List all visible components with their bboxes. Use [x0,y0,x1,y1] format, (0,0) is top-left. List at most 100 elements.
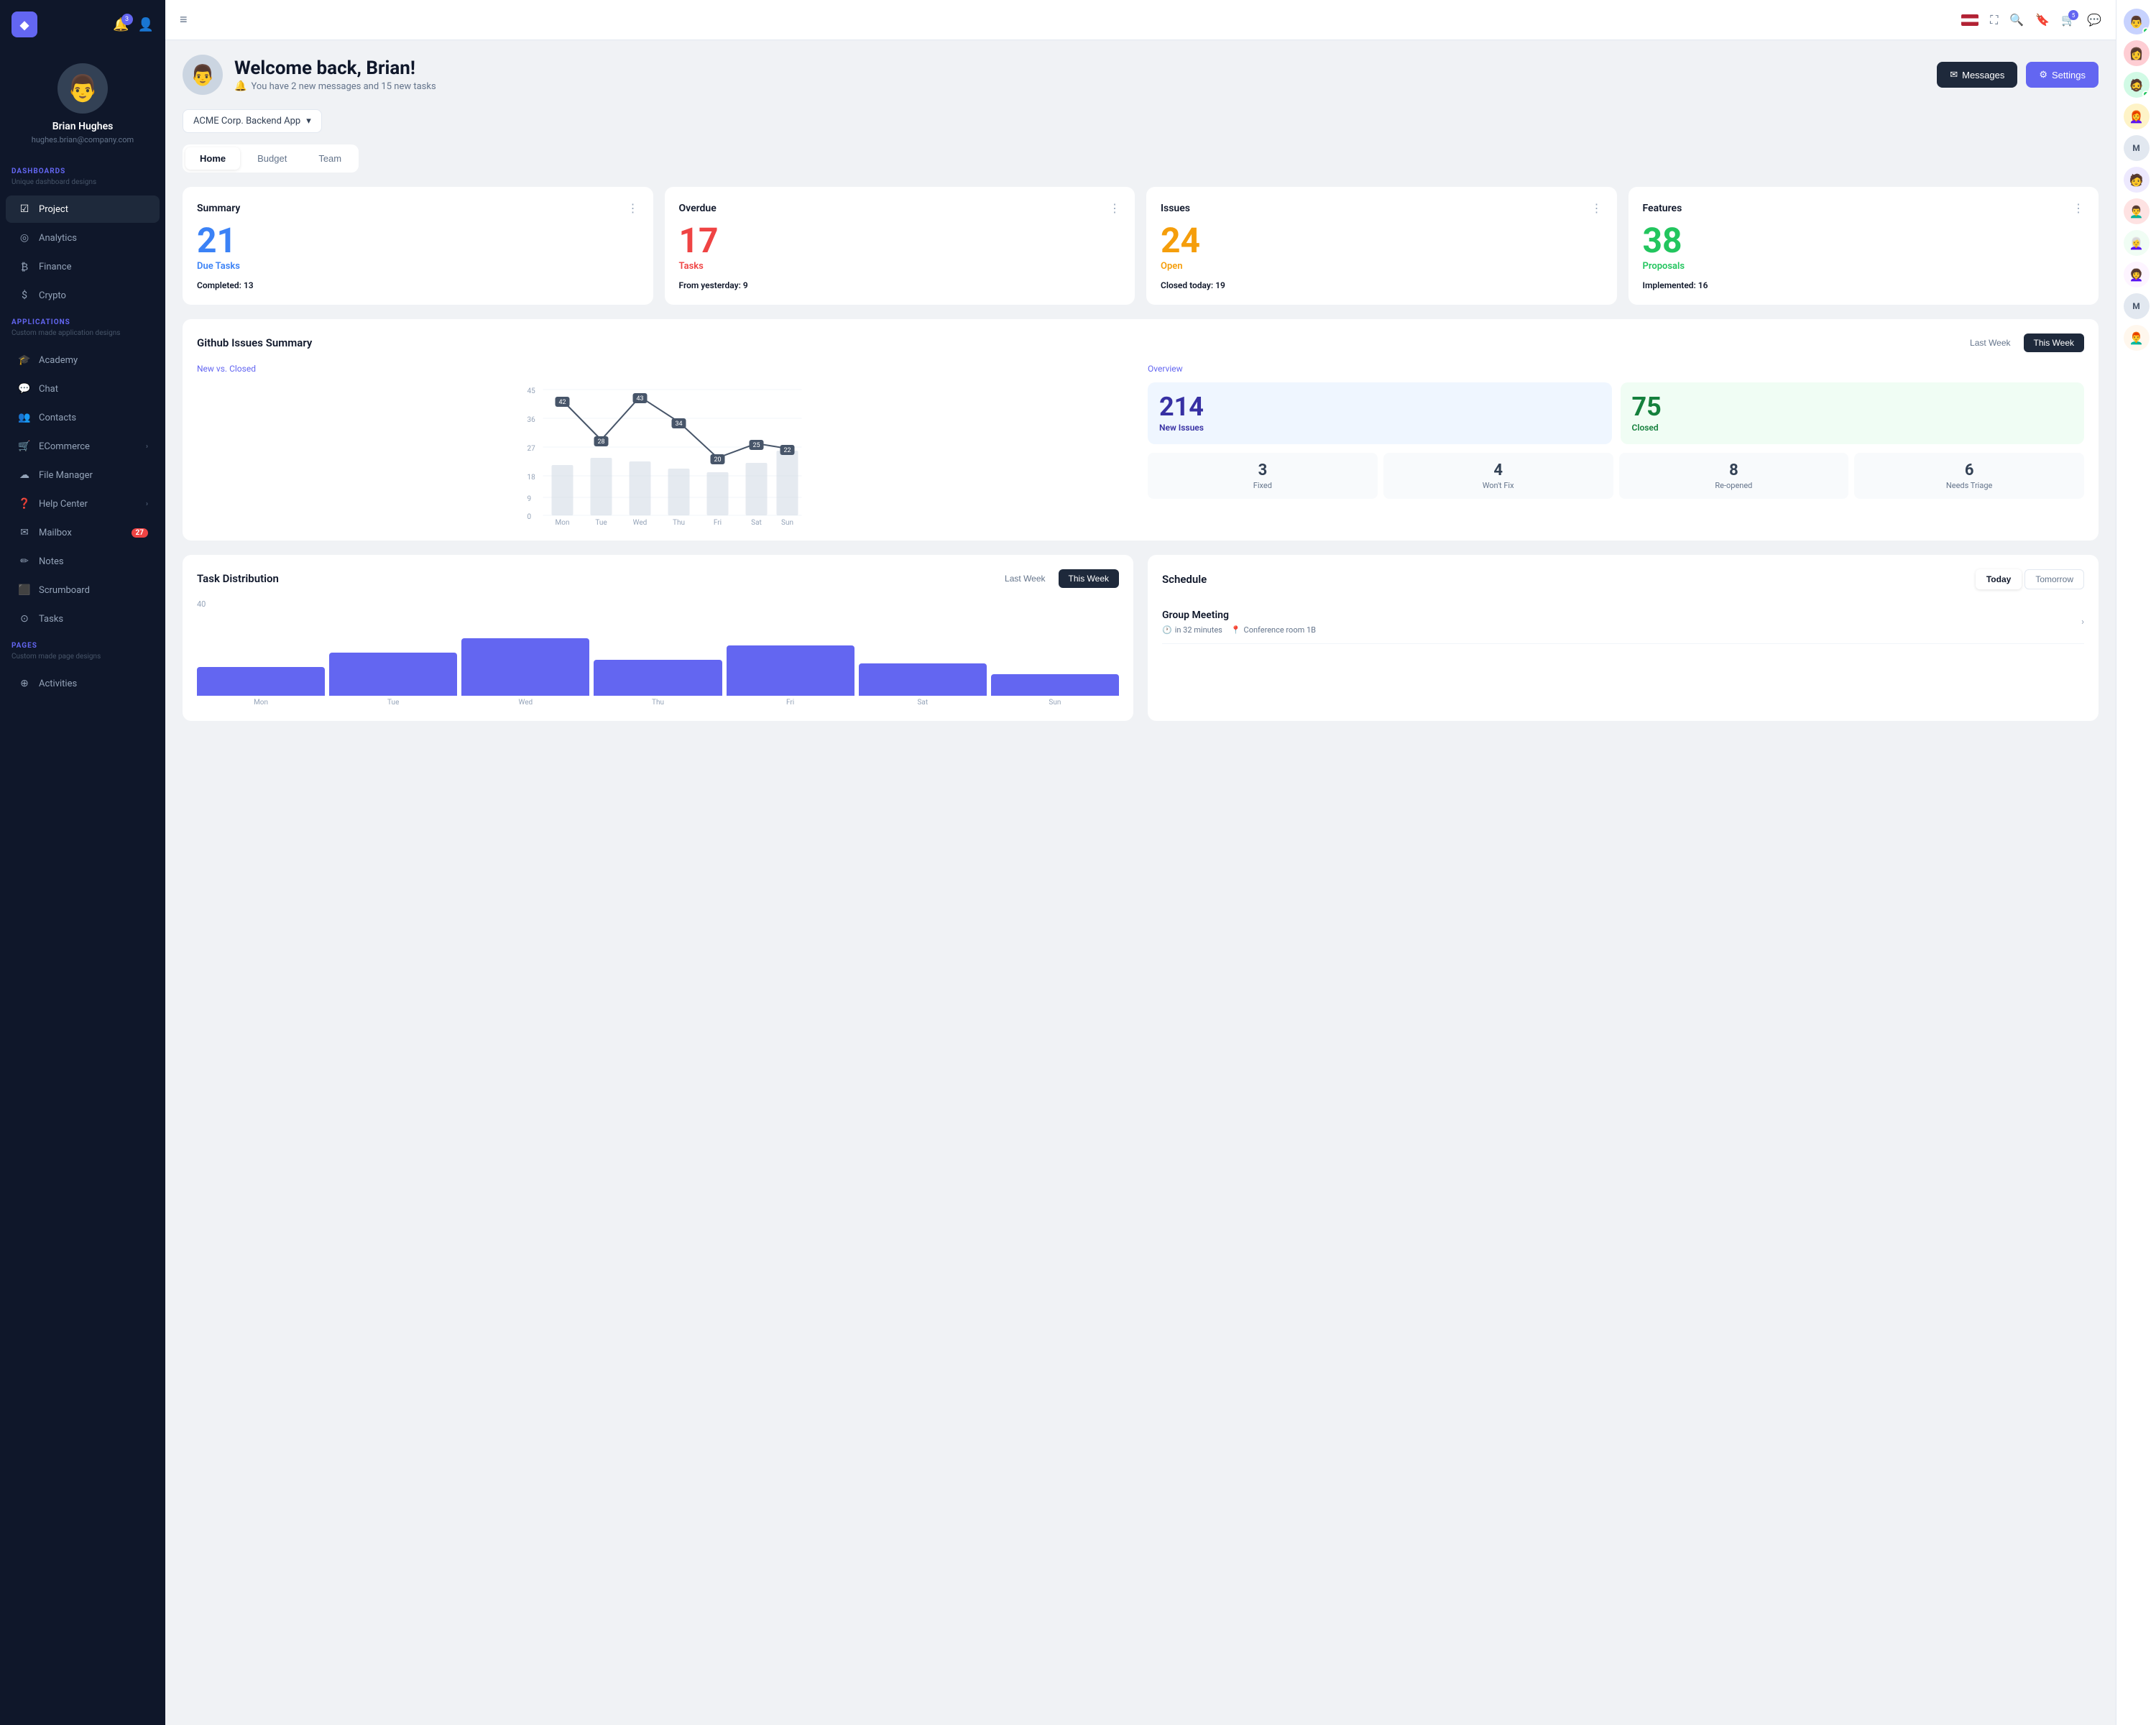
sidebar-item-contacts[interactable]: 👥 Contacts [6,404,160,431]
overdue-label: Tasks [679,261,1121,272]
right-avatar-2[interactable]: 🧔 [2124,72,2150,98]
tomorrow-btn[interactable]: Tomorrow [2024,569,2084,589]
mailbox-icon: ✉ [17,525,32,540]
helpcenter-icon: ❓ [17,497,32,511]
bar-fri-bar [727,645,854,696]
sidebar-item-project[interactable]: ☑ Project [6,196,160,223]
overdue-footer: From yesterday: 9 [679,280,1121,290]
svg-text:Tue: Tue [595,519,607,526]
triage-label: Needs Triage [1863,481,2076,490]
sidebar-item-notes[interactable]: ✏ Notes [6,548,160,575]
github-title: Github Issues Summary [197,336,312,349]
card-menu-features[interactable]: ⋮ [2073,201,2084,215]
sidebar-item-scrumboard[interactable]: ⬛ Scrumboard [6,576,160,604]
section-label-dashboards: DASHBOARDS [11,167,154,175]
welcome-left: 👨 Welcome back, Brian! 🔔 You have 2 new … [183,55,436,95]
svg-text:36: 36 [528,416,536,424]
tabs-container: Home Budget Team [183,144,359,172]
github-week-toggle: Last Week This Week [1960,334,2084,352]
github-last-week-btn[interactable]: Last Week [1960,334,2020,352]
sidebar-item-academy[interactable]: 🎓 Academy [6,346,160,374]
issues-label: Open [1161,261,1603,272]
right-avatar-8[interactable]: 👩‍🦱 [2124,262,2150,288]
svg-text:0: 0 [528,513,532,521]
page-content: 👨 Welcome back, Brian! 🔔 You have 2 new … [165,40,2116,1725]
notification-icon[interactable]: 🔔 3 [113,17,129,32]
avatar: 👨 [57,63,108,114]
bell-icon: 🔔 [234,80,247,92]
task-dist-title: Task Distribution [197,572,279,585]
card-menu-issues[interactable]: ⋮ [1591,201,1603,215]
right-avatar-7[interactable]: 👩‍🦳 [2124,230,2150,256]
task-dist-toggle: Last Week This Week [995,569,1119,588]
sidebar-logo[interactable]: ◆ [11,12,37,37]
messages-topbar-icon[interactable]: 💬 [2087,13,2101,27]
right-avatar-1[interactable]: 👩 [2124,40,2150,66]
sidebar-item-chat[interactable]: 💬 Chat [6,375,160,402]
sidebar-item-tasks[interactable]: ⊙ Tasks [6,605,160,632]
schedule-card: Schedule Today Tomorrow Group Meeting 🕐 … [1148,555,2099,721]
sidebar-label-chat: Chat [39,384,148,395]
summary-label: Due Tasks [197,261,639,272]
settings-button[interactable]: ⚙ Settings [2026,62,2099,88]
cart-icon[interactable]: 🛒 5 [2061,13,2076,27]
right-panel: 👨 👩 🧔 👩‍🦰 M 🧑 👨‍🦱 👩‍🦳 👩‍🦱 M 👨‍🦰 [2116,0,2156,1725]
svg-text:42: 42 [558,399,566,406]
task-this-week-btn[interactable]: This Week [1059,569,1119,588]
flag-icon[interactable] [1961,14,1978,26]
right-avatar-3[interactable]: 👩‍🦰 [2124,104,2150,129]
right-avatar-10[interactable]: 👨‍🦰 [2124,325,2150,351]
sidebar-item-filemanager[interactable]: ☁ File Manager [6,461,160,489]
right-avatar-6[interactable]: 👨‍🦱 [2124,198,2150,224]
svg-text:Thu: Thu [673,519,685,526]
card-header-features: Features ⋮ [1643,201,2085,215]
today-btn[interactable]: Today [1976,569,2022,589]
sidebar-label-project: Project [39,204,148,215]
card-menu-summary[interactable]: ⋮ [627,201,639,215]
right-avatar-5[interactable]: 🧑 [2124,167,2150,193]
welcome-section: 👨 Welcome back, Brian! 🔔 You have 2 new … [183,55,2099,95]
sidebar-label-notes: Notes [39,556,148,567]
github-overview-area: Overview 214 New Issues 75 Closed [1148,364,2084,526]
wontfix-label: Won't Fix [1392,481,1605,490]
sidebar-item-analytics[interactable]: ◎ Analytics [6,224,160,252]
tasks-icon: ⊙ [17,612,32,626]
summary-cards: Summary ⋮ 21 Due Tasks Completed: 13 Ove… [183,187,2099,305]
bar-tue-bar [329,653,457,696]
right-avatar-9[interactable]: M [2124,293,2150,319]
fullscreen-icon[interactable]: ⛶ [1990,13,1998,27]
analytics-icon: ◎ [17,231,32,245]
sidebar-label-finance: Finance [39,262,148,272]
hamburger-icon[interactable]: ≡ [180,12,188,27]
project-dropdown[interactable]: ACME Corp. Backend App ▾ [183,109,322,133]
closed-label: Closed [1632,423,2073,433]
right-avatar-4[interactable]: M [2124,135,2150,161]
tab-team[interactable]: Team [304,147,356,170]
right-avatar-0[interactable]: 👨 [2124,9,2150,34]
tab-home[interactable]: Home [185,147,240,170]
bookmark-icon[interactable]: 🔖 [2035,13,2050,27]
search-icon[interactable]: 🔍 [2009,13,2024,27]
messages-button[interactable]: ✉ Messages [1937,62,2017,88]
project-label: ACME Corp. Backend App [193,116,300,126]
svg-text:Mon: Mon [556,519,570,526]
tab-budget[interactable]: Budget [243,147,301,170]
meeting-arrow-icon[interactable]: › [2081,617,2084,627]
sidebar-item-finance[interactable]: ₿ Finance [6,253,160,280]
sidebar-item-helpcenter[interactable]: ❓ Help Center › [6,490,160,518]
overview-bottom: 3 Fixed 4 Won't Fix 8 Re-opened 6 [1148,453,2084,499]
sidebar-label-tasks: Tasks [39,614,148,625]
sidebar-item-mailbox[interactable]: ✉ Mailbox 27 [6,519,160,546]
section-label-pages: PAGES [11,642,154,650]
card-menu-overdue[interactable]: ⋮ [1109,201,1120,215]
sidebar-item-activities[interactable]: ⊕ Activities [6,670,160,697]
meeting-time: 🕐 in 32 minutes [1162,625,1222,635]
github-this-week-btn[interactable]: This Week [2024,334,2084,352]
user-icon[interactable]: 👤 [138,17,154,32]
project-selector: ACME Corp. Backend App ▾ [183,109,2099,133]
sidebar-item-crypto[interactable]: $ Crypto [6,282,160,309]
sidebar-item-ecommerce[interactable]: 🛒 ECommerce › [6,433,160,460]
bar-thu-label: Thu [652,699,664,707]
svg-text:18: 18 [528,474,536,482]
task-last-week-btn[interactable]: Last Week [995,569,1055,588]
